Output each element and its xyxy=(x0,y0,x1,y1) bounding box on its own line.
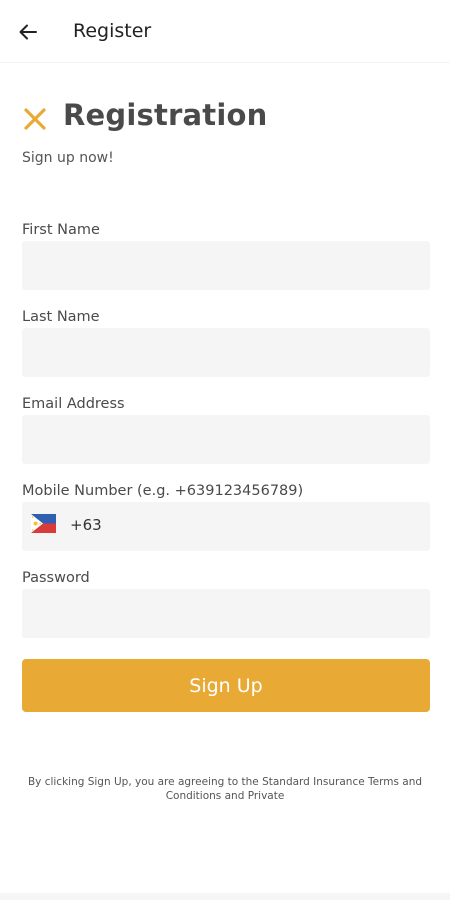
email-label: Email Address xyxy=(22,396,125,412)
crossed-tools-icon xyxy=(24,108,46,130)
registration-heading: Registration xyxy=(63,98,268,132)
back-button[interactable] xyxy=(14,18,42,46)
registration-subtitle: Sign up now! xyxy=(22,150,114,166)
first-name-label: First Name xyxy=(22,222,100,238)
bottom-divider xyxy=(0,893,450,900)
philippines-flag-icon[interactable] xyxy=(31,514,56,533)
email-input[interactable] xyxy=(22,415,430,464)
mobile-number-input[interactable] xyxy=(110,502,425,551)
password-input[interactable] xyxy=(22,589,430,638)
first-name-input[interactable] xyxy=(22,241,430,290)
last-name-label: Last Name xyxy=(22,309,100,325)
password-label: Password xyxy=(22,570,90,586)
arrow-left-icon[interactable] xyxy=(18,22,38,42)
sign-up-button[interactable]: Sign Up xyxy=(22,659,430,712)
last-name-input[interactable] xyxy=(22,328,430,377)
mobile-number-label: Mobile Number (e.g. +639123456789) xyxy=(22,483,304,499)
mobile-number-field[interactable]: +63 xyxy=(22,502,430,551)
header-divider xyxy=(0,62,450,63)
country-code: +63 xyxy=(70,516,102,534)
terms-notice: By clicking Sign Up, you are agreeing to… xyxy=(27,776,423,802)
top-app-bar: Register xyxy=(0,0,450,62)
page-title: Register xyxy=(73,20,152,42)
